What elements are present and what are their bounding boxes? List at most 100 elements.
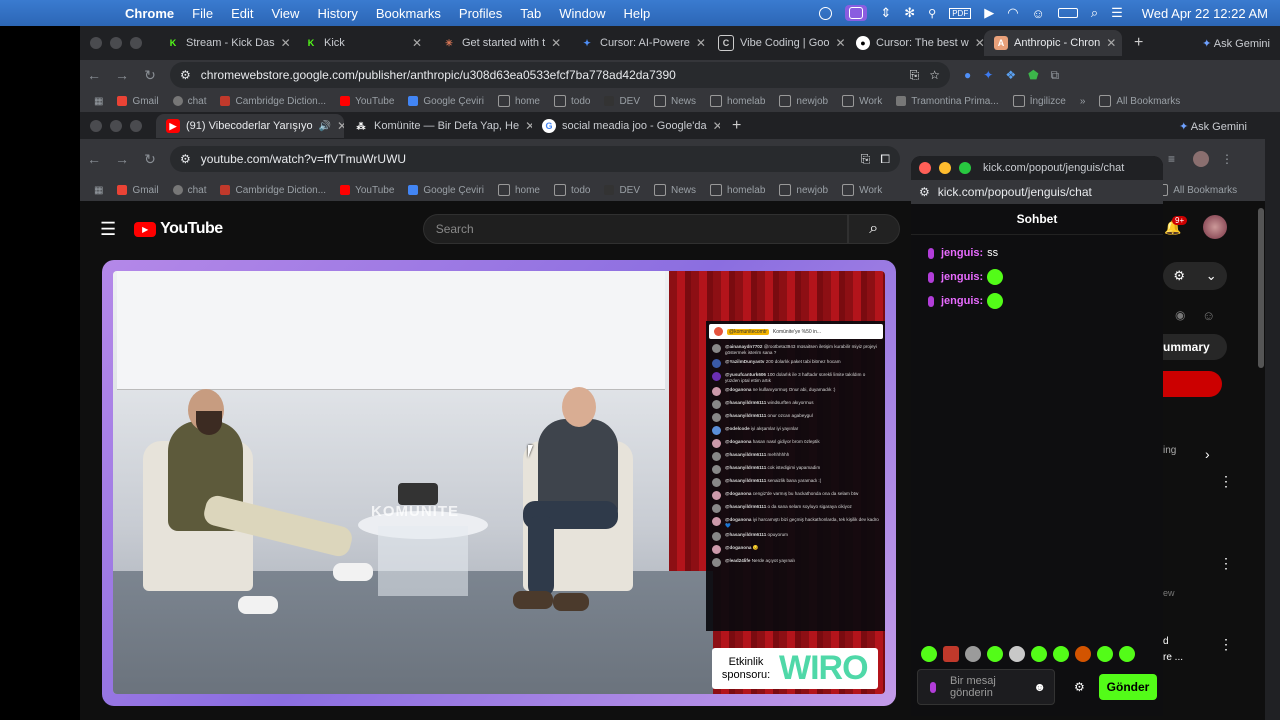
translate-icon[interactable]: ⎘	[861, 152, 871, 167]
site-info-icon[interactable]: ⚙	[180, 152, 191, 166]
star-icon[interactable]: ☆	[929, 68, 940, 82]
forward-icon[interactable]: →	[108, 67, 136, 83]
close-dot[interactable]	[90, 120, 102, 132]
chat-username[interactable]: jenguis:	[941, 295, 983, 307]
battery-icon[interactable]	[1057, 8, 1078, 18]
menu-help[interactable]: Help	[624, 6, 651, 21]
close-tab-icon[interactable]: ✕	[1106, 36, 1116, 50]
pinwheel-icon[interactable]: ✻	[904, 5, 915, 21]
hamburger-menu-icon[interactable]: ☰	[100, 219, 116, 240]
close-dot[interactable]	[919, 162, 931, 174]
bookmark-folder[interactable]: News	[654, 95, 696, 107]
chat-input[interactable]: Bir mesaj gönderin ☻	[917, 669, 1055, 705]
menu-profiles[interactable]: Profiles	[459, 6, 502, 21]
bookmark-item[interactable]: Cambridge Diction...	[220, 185, 326, 196]
control-center-icon[interactable]: ☰	[1111, 5, 1123, 21]
search-button[interactable]: ⌕	[847, 214, 900, 244]
bookmark-folder[interactable]: home	[497, 95, 540, 107]
profile-avatar[interactable]	[1193, 151, 1210, 167]
zoom-dot[interactable]	[130, 37, 142, 49]
search-icon[interactable]: ⌕	[1091, 5, 1098, 21]
bookmark-item[interactable]: Cambridge Diction...	[220, 96, 326, 107]
close-dot[interactable]	[90, 37, 102, 49]
notifications-button[interactable]: 🔔 9+	[1164, 216, 1188, 236]
emote-icon[interactable]	[1031, 646, 1047, 662]
emote-icon[interactable]	[1097, 646, 1113, 662]
menu-lines-icon[interactable]: ≡	[1168, 152, 1175, 166]
bookmark-item[interactable]: Google Çeviri	[408, 185, 484, 196]
emote-icon[interactable]	[965, 646, 981, 662]
ask-gemini-button[interactable]: ✦ Ask Gemini	[1202, 37, 1270, 50]
forward-icon[interactable]: →	[108, 151, 136, 167]
close-tab-icon[interactable]: ✕	[525, 119, 532, 133]
reload-icon[interactable]: ↻	[136, 151, 164, 168]
minimize-dot[interactable]	[939, 162, 951, 174]
settings-dropdown[interactable]: ⚙ ⌄	[1163, 262, 1227, 290]
kebab-menu-icon[interactable]: ⋮	[1221, 152, 1233, 166]
bookmark-item[interactable]: Google Çeviri	[408, 96, 484, 107]
emote-icon[interactable]	[987, 646, 1003, 662]
more-options-icon[interactable]: ⋮	[1219, 473, 1233, 490]
close-tab-icon[interactable]: ✕	[337, 119, 344, 133]
menu-bookmarks[interactable]: Bookmarks	[376, 6, 441, 21]
zoom-dot[interactable]	[130, 120, 142, 132]
tab-stream-kick[interactable]: K Stream - Kick Das ✕	[156, 30, 294, 56]
close-tab-icon[interactable]: ✕	[412, 36, 422, 50]
more-options-icon[interactable]: ⋮	[1219, 636, 1233, 653]
menu-app-name[interactable]: Chrome	[125, 6, 174, 21]
translate-icon[interactable]: ⎘	[910, 68, 920, 83]
all-bookmarks[interactable]: All Bookmarks	[1099, 95, 1180, 107]
tab-get-started[interactable]: ✳ Get started with t ✕	[432, 30, 570, 56]
chevron-right-icon[interactable]: ›	[1205, 446, 1210, 462]
status-circle-icon[interactable]	[819, 6, 833, 20]
search-box[interactable]: Search	[422, 214, 848, 244]
pdf-icon[interactable]: PDF	[949, 7, 972, 19]
zoom-dot[interactable]	[959, 162, 971, 174]
minimize-dot[interactable]	[110, 120, 122, 132]
extension-icon[interactable]: ⬟	[1028, 68, 1038, 82]
emote-icon[interactable]	[1075, 646, 1091, 662]
screen-record-icon[interactable]	[845, 5, 868, 21]
bookmark-item[interactable]: Gmail	[117, 96, 159, 107]
bookmark-folder[interactable]: İngilizce	[1012, 95, 1066, 107]
back-icon[interactable]: ←	[80, 151, 108, 167]
send-button[interactable]: Gönder	[1099, 674, 1157, 700]
bookmark-folder[interactable]: homelab	[710, 95, 765, 107]
reload-icon[interactable]: ↻	[136, 67, 164, 84]
all-bookmarks[interactable]: All Bookmarks	[1156, 184, 1237, 196]
chat-username[interactable]: jenguis:	[941, 271, 983, 283]
bookmark-item[interactable]: Gmail	[117, 185, 159, 196]
settings-icon[interactable]: ⚙	[1074, 680, 1085, 694]
bookmark-item[interactable]: YouTube	[340, 96, 394, 107]
extension-icon[interactable]: ✦	[983, 68, 993, 82]
tab-cursor-ai[interactable]: ✦ Cursor: AI-Powere ✕	[570, 30, 708, 56]
more-options-icon[interactable]: ⋮	[1219, 555, 1233, 572]
page-scrollbar[interactable]	[1258, 208, 1264, 368]
eye-icon[interactable]: ◉	[1175, 308, 1185, 322]
tab-kick[interactable]: K Kick ✕	[294, 30, 432, 56]
bookmark-folder[interactable]: newjob	[779, 95, 828, 107]
bookmark-item[interactable]: YouTube	[340, 185, 394, 196]
close-tab-icon[interactable]: ✕	[696, 36, 706, 50]
address-bar[interactable]: ⚙ youtube.com/watch?v=ffVTmuWrUWU ⎘ ⧠	[170, 146, 900, 172]
bookmark-folder[interactable]: Work	[842, 95, 882, 107]
youtube-logo[interactable]: ▶ YouTube	[134, 220, 223, 238]
video-player[interactable]: KOMÜNITE @komunitecomtr Komünite'ye %50 …	[113, 271, 885, 694]
apps-icon[interactable]: ▦	[94, 96, 103, 107]
extension-icon[interactable]: ❖	[1005, 68, 1016, 82]
wifi-icon[interactable]: ◠	[1007, 5, 1018, 21]
close-tab-icon[interactable]: ✕	[713, 119, 720, 133]
account-avatar[interactable]	[1203, 215, 1227, 239]
new-tab-icon[interactable]: +	[732, 117, 741, 135]
bookmark-folder[interactable]: News	[654, 184, 696, 196]
bookmark-item[interactable]: chat	[172, 96, 206, 107]
menu-edit[interactable]: Edit	[231, 6, 253, 21]
cast-icon[interactable]: ⧠	[880, 152, 890, 167]
menu-file[interactable]: File	[192, 6, 213, 21]
chat-username[interactable]: jenguis:	[941, 247, 983, 259]
bookmark-item[interactable]: DEV	[604, 185, 640, 196]
minimize-dot[interactable]	[110, 37, 122, 49]
address-bar[interactable]: ⚙ chromewebstore.google.com/publisher/an…	[170, 62, 950, 88]
emote-icon[interactable]	[943, 646, 959, 662]
extension-icon[interactable]: ●	[964, 68, 971, 82]
